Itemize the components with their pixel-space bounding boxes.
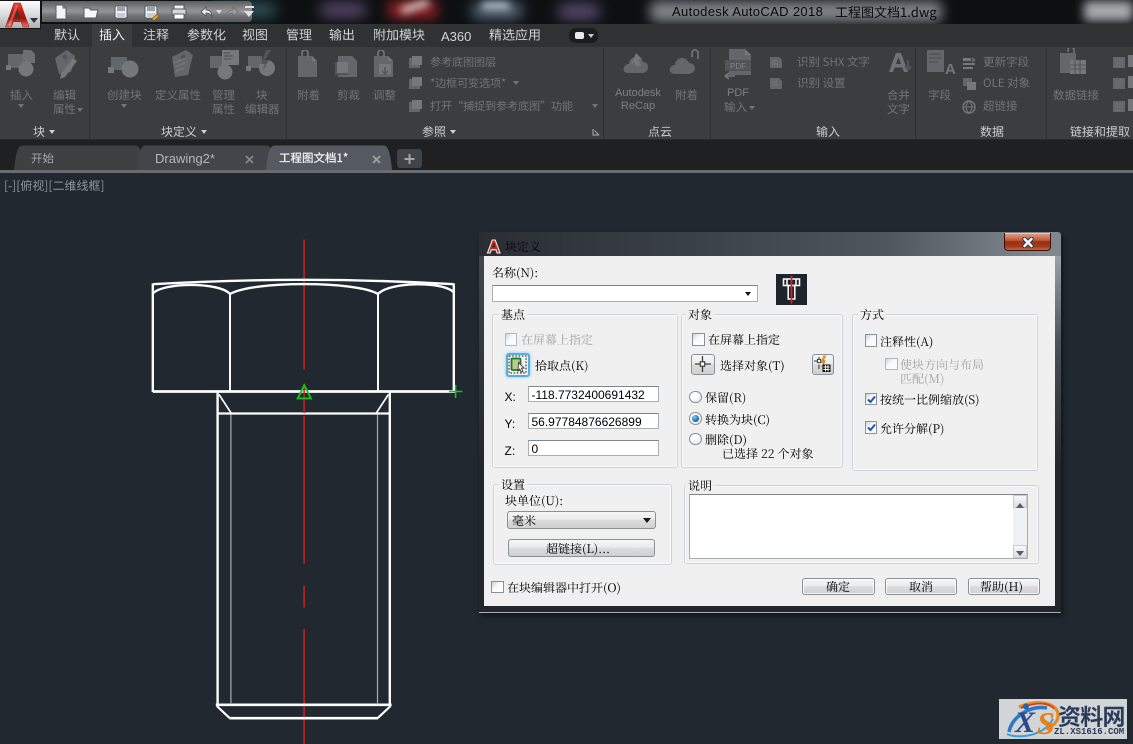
svg-text:PDF: PDF [730, 62, 746, 71]
svg-text:A: A [945, 61, 955, 78]
svg-text:X: X [1014, 706, 1036, 739]
svg-text:S: S [1037, 705, 1055, 739]
